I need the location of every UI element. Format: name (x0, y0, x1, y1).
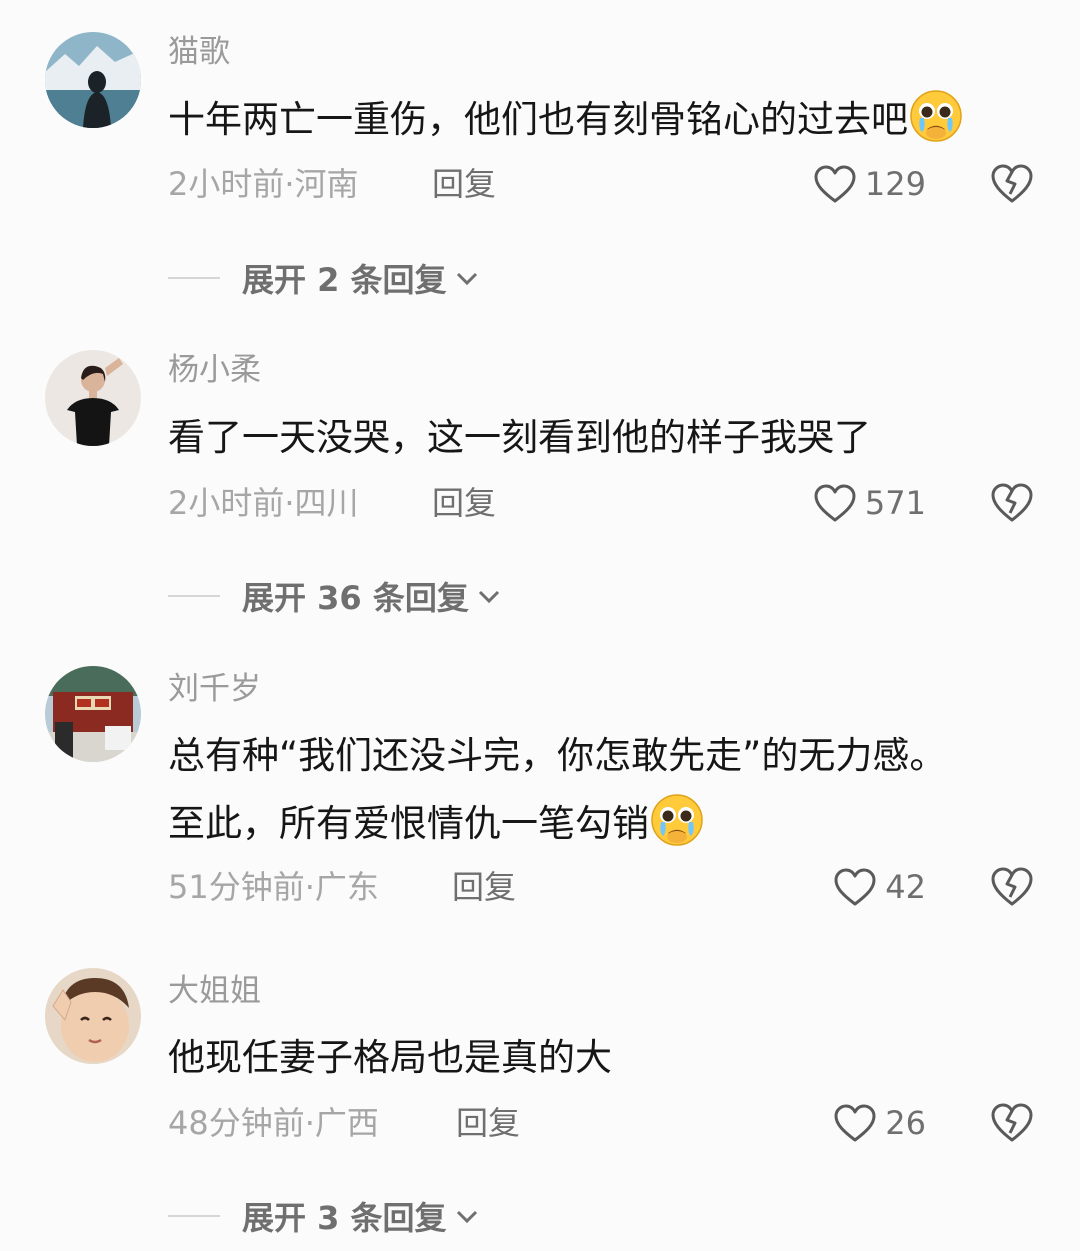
expand-replies-button[interactable]: 展开 36 条回复 (168, 574, 501, 618)
pleading-face-icon (649, 792, 705, 848)
reply-button[interactable]: 回复 (456, 1101, 520, 1145)
expand-replies-button[interactable]: 展开 2 条回复 (168, 256, 479, 300)
broken-heart-icon (991, 867, 1033, 906)
avatar[interactable] (45, 666, 141, 762)
comment-text-line: 十年两亡一重伤，他们也有刻骨铭心的过去吧 (168, 98, 908, 141)
broken-heart-icon (991, 164, 1033, 203)
like-button[interactable]: 26 (833, 1101, 926, 1145)
heart-icon (834, 868, 876, 906)
comment-text: 总有种“我们还没斗完，你怎敢先走”的无力感。 (168, 718, 946, 794)
like-count: 129 (864, 165, 926, 203)
comment-meta: 2小时前·四川 (168, 484, 359, 522)
divider (168, 277, 220, 279)
expand-replies-label: 展开 2 条回复 (242, 261, 447, 299)
reply-button[interactable]: 回复 (452, 865, 516, 909)
chevron-down-icon (456, 1210, 477, 1224)
username[interactable]: 刘千岁 (168, 669, 261, 709)
reply-button[interactable]: 回复 (432, 481, 496, 525)
comment-text: 他现任妻子格局也是真的大 (168, 1020, 612, 1096)
like-count: 42 (885, 868, 926, 906)
avatar[interactable] (45, 32, 141, 128)
like-button[interactable]: 42 (833, 865, 926, 909)
comment-text-line: 看了一天没哭，这一刻看到他的样子我哭了 (168, 416, 871, 459)
username[interactable]: 猫歌 (168, 32, 230, 72)
comment-text-line: 他现任妻子格局也是真的大 (168, 1036, 612, 1079)
comment-meta: 48分钟前·广西 (168, 1104, 379, 1142)
chevron-down-icon (478, 590, 499, 604)
like-count: 26 (885, 1104, 926, 1142)
username[interactable]: 大姐姐 (168, 971, 261, 1011)
comment-meta: 51分钟前·广东 (168, 868, 379, 906)
avatar[interactable] (45, 968, 141, 1064)
comment-text: 十年两亡一重伤，他们也有刻骨铭心的过去吧 (168, 82, 964, 158)
avatar[interactable] (45, 350, 141, 446)
comment-text: 至此，所有爱恨情仇一笔勾销 (168, 786, 705, 862)
divider (168, 1215, 220, 1217)
expand-replies-label: 展开 3 条回复 (242, 1199, 447, 1237)
chevron-down-icon (456, 272, 477, 286)
reply-button[interactable]: 回复 (432, 162, 496, 206)
like-button[interactable]: 571 (813, 481, 926, 525)
comment-meta: 2小时前·河南 (168, 165, 359, 203)
comment-text: 看了一天没哭，这一刻看到他的样子我哭了 (168, 400, 871, 476)
like-button[interactable]: 129 (813, 162, 926, 206)
divider (168, 595, 220, 597)
pleading-face-icon (908, 88, 964, 144)
heart-icon (814, 165, 856, 203)
heart-icon (814, 484, 856, 522)
dislike-button[interactable] (990, 162, 1034, 206)
like-count: 571 (864, 484, 926, 522)
broken-heart-icon (991, 483, 1033, 522)
expand-replies-label: 展开 36 条回复 (242, 579, 469, 617)
dislike-button[interactable] (990, 1101, 1034, 1145)
broken-heart-icon (991, 1103, 1033, 1142)
heart-icon (834, 1104, 876, 1142)
username[interactable]: 杨小柔 (168, 350, 261, 390)
comment-text-line: 至此，所有爱恨情仇一笔勾销 (168, 802, 649, 845)
expand-replies-button[interactable]: 展开 3 条回复 (168, 1194, 479, 1238)
dislike-button[interactable] (990, 481, 1034, 525)
comment-text-line: 总有种“我们还没斗完，你怎敢先走”的无力感。 (168, 734, 947, 777)
dislike-button[interactable] (990, 865, 1034, 909)
